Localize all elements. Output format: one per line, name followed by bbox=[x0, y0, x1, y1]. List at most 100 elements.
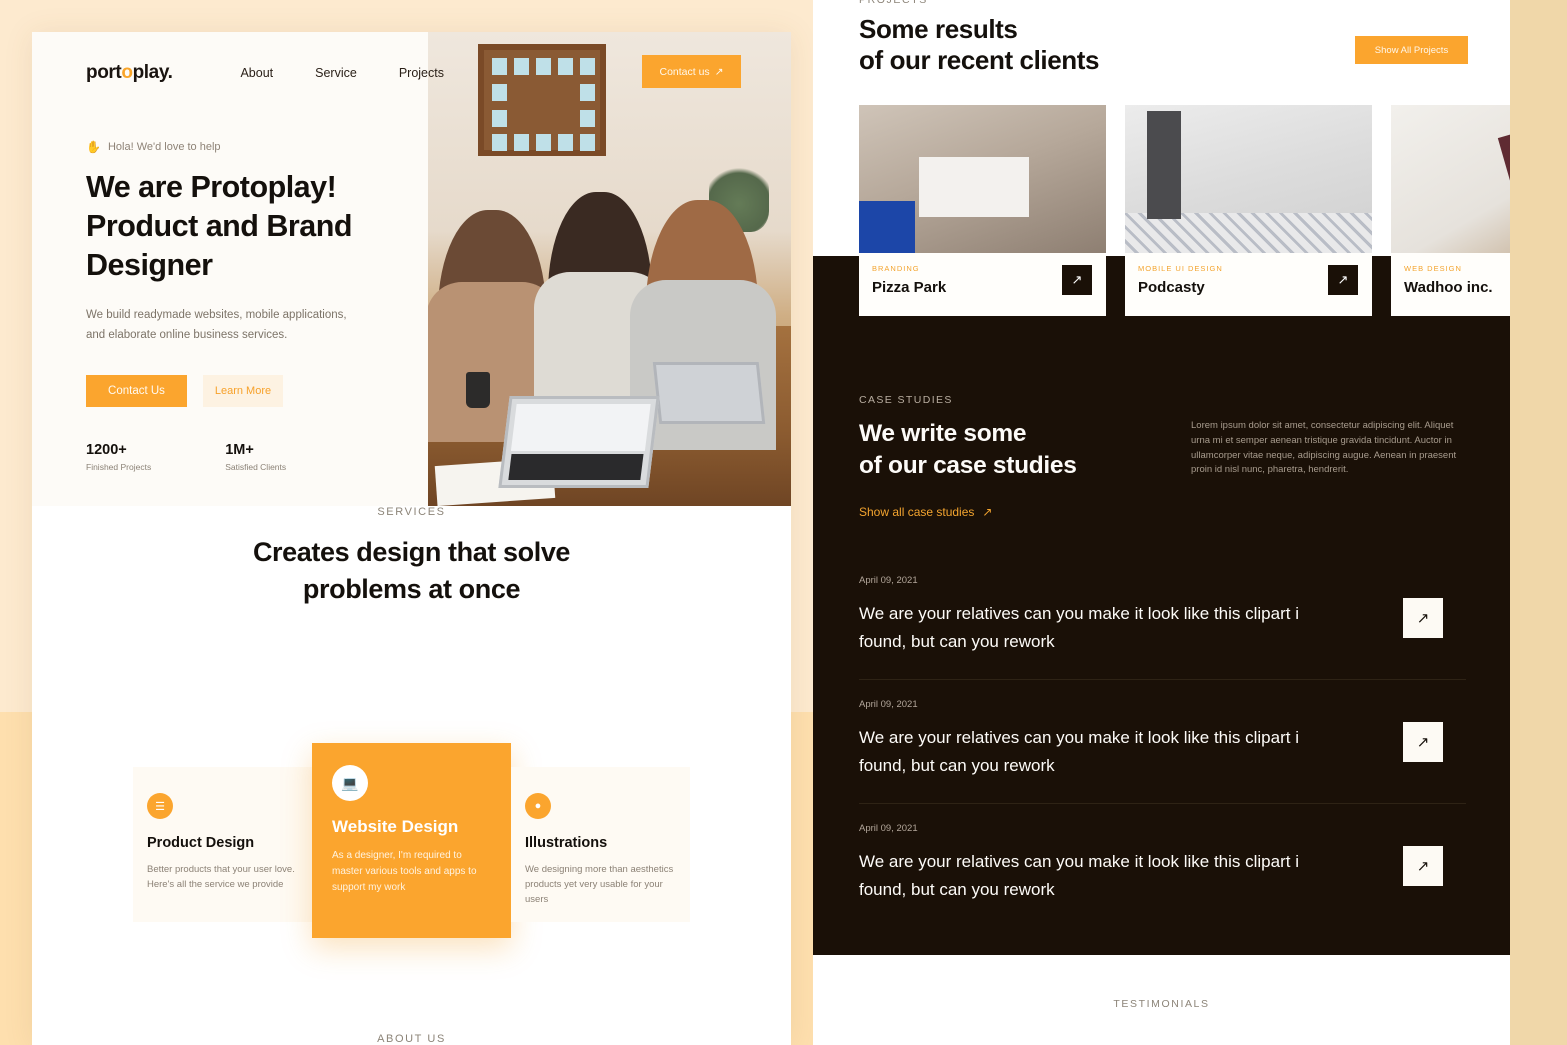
case-study-date: April 09, 2021 bbox=[859, 823, 918, 834]
service-card-list: ☰ Product Design Better products that yo… bbox=[133, 743, 691, 938]
site-header: portoplay. About Service Projects bbox=[86, 62, 444, 84]
project-card-info: MOBILE UI DESIGN Podcasty ↗ bbox=[1125, 253, 1372, 316]
service-card-body: We designing more than aesthetics produc… bbox=[525, 864, 674, 905]
service-card-title: Website Design bbox=[332, 817, 459, 836]
services-eyebrow: SERVICES bbox=[377, 506, 446, 518]
projects-title-line1: Some results bbox=[859, 14, 1018, 44]
project-category: MOBILE UI DESIGN bbox=[1138, 264, 1223, 273]
service-card-body: Better products that your user love. Her… bbox=[147, 864, 295, 890]
learn-more-button[interactable]: Learn More bbox=[203, 375, 283, 407]
project-card-podcasty[interactable]: MOBILE UI DESIGN Podcasty ↗ bbox=[1125, 105, 1372, 316]
stat-value: 1M+ bbox=[225, 442, 254, 458]
stat-label: Finished Projects bbox=[86, 462, 152, 472]
project-name: Wadhoo inc. bbox=[1404, 279, 1493, 296]
project-card-wadhoo-inc[interactable]: WEB DESIGN Wadhoo inc. ↗ bbox=[1391, 105, 1510, 316]
arrow-up-right-icon: ↗ bbox=[982, 505, 993, 519]
nav-item-service[interactable]: Service bbox=[315, 66, 357, 80]
project-category: WEB DESIGN bbox=[1404, 264, 1462, 273]
case-studies-title-line1: We write some bbox=[859, 420, 1027, 447]
hero-stats: 1200+ Finished Projects 1M+ Satisfied Cl… bbox=[86, 442, 286, 472]
nav-item-projects[interactable]: Projects bbox=[399, 66, 444, 80]
hero-photo-coffee-cup bbox=[466, 372, 490, 408]
case-studies-paragraph: Lorem ipsum dolor sit amet, consectetur … bbox=[1191, 420, 1457, 476]
hero-photo bbox=[428, 32, 791, 506]
contact-us-header-label: Contact us bbox=[659, 65, 710, 78]
hero-section: portoplay. About Service Projects Contac… bbox=[32, 32, 791, 506]
case-study-row[interactable]: April 09, 2021 We are your relatives can… bbox=[859, 803, 1466, 927]
arrow-up-right-icon[interactable]: ↗ bbox=[1403, 722, 1443, 762]
arrow-up-right-icon[interactable]: ↗ bbox=[1328, 265, 1358, 295]
site-logo[interactable]: portoplay. bbox=[86, 62, 173, 84]
services-title: Creates design that solve problems at on… bbox=[32, 534, 791, 608]
arrow-up-right-icon[interactable]: ↗ bbox=[1403, 846, 1443, 886]
hero-title-line3: Designer bbox=[86, 248, 213, 282]
case-study-headline: We are your relatives can you make it lo… bbox=[859, 852, 1299, 899]
case-study-row[interactable]: April 09, 2021 We are your relatives can… bbox=[859, 556, 1466, 679]
pen-nib-icon: ● bbox=[525, 793, 551, 819]
project-thumbnail bbox=[1125, 105, 1372, 253]
project-thumbnail bbox=[859, 105, 1106, 253]
case-studies-eyebrow: CASE STUDIES bbox=[859, 394, 953, 406]
projects-title: Some results of our recent clients bbox=[859, 14, 1100, 76]
services-section: SERVICES Creates design that solve probl… bbox=[32, 506, 791, 938]
waving-hand-icon: ✋ bbox=[86, 140, 101, 154]
nav-item-about[interactable]: About bbox=[240, 66, 273, 80]
right-page-panel: PROJECTS Some results of our recent clie… bbox=[813, 0, 1510, 1045]
contact-us-button[interactable]: Contact Us bbox=[86, 375, 187, 407]
show-all-case-studies-link[interactable]: Show all case studies ↗ bbox=[859, 505, 992, 519]
case-study-list: April 09, 2021 We are your relatives can… bbox=[859, 556, 1466, 927]
service-card-body: As a designer, I'm required to master va… bbox=[332, 850, 477, 893]
hero-copy: ✋ Hola! We'd love to help We are Protopl… bbox=[86, 140, 416, 407]
case-study-headline: We are your relatives can you make it lo… bbox=[859, 728, 1299, 775]
case-studies-title: We write some of our case studies bbox=[859, 418, 1077, 481]
monitor-design-icon: 💻 bbox=[332, 765, 368, 801]
hero-title-line1: We are Protoplay! bbox=[86, 170, 337, 204]
hero-photo-laptop bbox=[498, 396, 660, 488]
logo-text-part2: play. bbox=[132, 62, 173, 83]
show-all-case-studies-label: Show all case studies bbox=[859, 505, 975, 519]
project-name: Podcasty bbox=[1138, 279, 1205, 296]
left-page-panel: portoplay. About Service Projects Contac… bbox=[32, 32, 791, 1045]
stat-value: 1200+ bbox=[86, 442, 127, 458]
stat-label: Satisfied Clients bbox=[225, 462, 287, 472]
arrow-up-right-icon[interactable]: ↗ bbox=[1062, 265, 1092, 295]
project-card-pizza-park[interactable]: BRANDING Pizza Park ↗ bbox=[859, 105, 1106, 316]
hero-photo-corkboard bbox=[478, 44, 606, 156]
service-card-illustrations[interactable]: ● Illustrations We designing more than a… bbox=[511, 767, 690, 922]
logo-accent-letter: o bbox=[121, 62, 133, 83]
about-us-eyebrow: ABOUT US bbox=[377, 1033, 446, 1045]
project-name: Pizza Park bbox=[872, 279, 947, 296]
service-card-title: Product Design bbox=[147, 835, 255, 851]
service-card-product-design[interactable]: ☰ Product Design Better products that yo… bbox=[133, 767, 312, 922]
case-study-row[interactable]: April 09, 2021 We are your relatives can… bbox=[859, 679, 1466, 803]
contact-us-header-button[interactable]: Contact us ↗ bbox=[642, 55, 741, 88]
primary-nav: About Service Projects bbox=[240, 66, 444, 80]
service-card-title: Illustrations bbox=[525, 835, 608, 851]
project-card-info: WEB DESIGN Wadhoo inc. ↗ bbox=[1391, 253, 1510, 316]
hero-greeting-text: Hola! We'd love to help bbox=[107, 141, 221, 153]
services-title-line2: problems at once bbox=[302, 574, 521, 604]
arrow-up-right-icon: ↗ bbox=[714, 65, 724, 78]
project-card-list: BRANDING Pizza Park ↗ MOBILE UI DESIGN P… bbox=[859, 105, 1510, 316]
service-card-website-design[interactable]: 💻 Website Design As a designer, I'm requ… bbox=[312, 743, 511, 938]
projects-eyebrow: PROJECTS bbox=[859, 0, 928, 6]
hero-title-line2: Product and Brand bbox=[86, 209, 353, 243]
services-title-line1: Creates design that solve bbox=[252, 537, 571, 567]
layers-icon: ☰ bbox=[147, 793, 173, 819]
stat-finished-projects: 1200+ Finished Projects bbox=[86, 442, 151, 472]
case-study-headline: We are your relatives can you make it lo… bbox=[859, 604, 1299, 651]
logo-text-part1: port bbox=[86, 62, 122, 83]
page-background-right-strip bbox=[1510, 0, 1567, 1045]
project-thumbnail bbox=[1391, 105, 1510, 253]
hero-greeting: ✋ Hola! We'd love to help bbox=[86, 140, 416, 154]
hero-buttons: Contact Us Learn More bbox=[86, 375, 416, 407]
case-study-date: April 09, 2021 bbox=[859, 699, 918, 710]
show-all-projects-button[interactable]: Show All Projects bbox=[1355, 36, 1468, 64]
case-studies-title-line2: of our case studies bbox=[859, 451, 1077, 479]
hero-photo-laptop bbox=[652, 362, 766, 424]
hero-subtitle: We build readymade websites, mobile appl… bbox=[86, 309, 347, 341]
arrow-up-right-icon[interactable]: ↗ bbox=[1403, 598, 1443, 638]
project-card-info: BRANDING Pizza Park ↗ bbox=[859, 253, 1106, 316]
hero-title: We are Protoplay! Product and Brand Desi… bbox=[86, 168, 416, 285]
project-category: BRANDING bbox=[872, 264, 920, 273]
